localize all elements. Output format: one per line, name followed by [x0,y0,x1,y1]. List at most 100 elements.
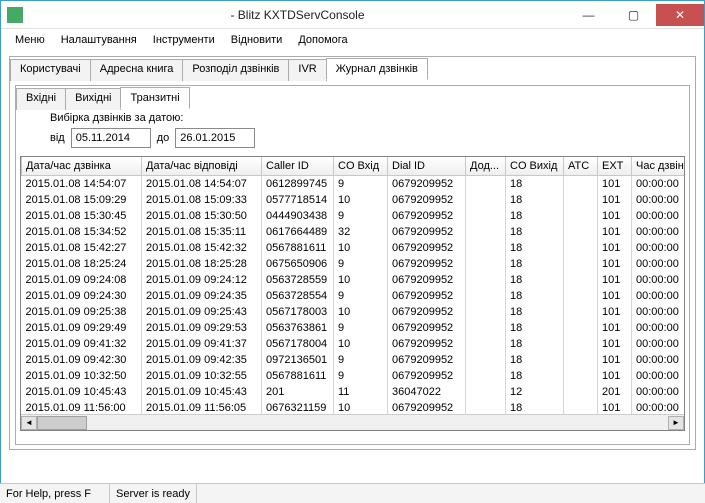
tab-inner[interactable]: Транзитні [120,87,189,109]
cell: 2015.01.08 15:30:45 [22,208,142,224]
from-label: від [50,132,65,144]
cell [466,368,506,384]
menu-item[interactable]: Меню [7,31,53,49]
table-row[interactable]: 2015.01.08 18:25:242015.01.08 18:25:2806… [22,256,686,272]
date-from-input[interactable] [71,128,151,148]
column-header[interactable]: CO Вихід [506,157,564,176]
tab-inner[interactable]: Вхідні [16,88,66,110]
cell: 00:00:00 [632,304,686,320]
cell: 0675650906 [262,256,334,272]
outer-tab-control: КористувачіАдресна книгаРозподіл дзвінкі… [9,56,696,450]
menu-item[interactable]: Відновити [223,31,291,49]
table-row[interactable]: 2015.01.08 15:30:452015.01.08 15:30:5004… [22,208,686,224]
cell: 00:00:00 [632,256,686,272]
cell: 9 [334,352,388,368]
scroll-thumb[interactable] [37,416,87,430]
cell: 0617664489 [262,224,334,240]
cell: 2015.01.08 18:25:28 [142,256,262,272]
cell: 0679209952 [388,352,466,368]
scroll-left-icon[interactable]: ◄ [21,416,37,430]
column-header[interactable]: EXT [598,157,632,176]
table-row[interactable]: 2015.01.09 10:45:432015.01.09 10:45:4320… [22,384,686,400]
tab-outer[interactable]: Розподіл дзвінків [182,59,289,81]
table-row[interactable]: 2015.01.09 10:32:502015.01.09 10:32:5505… [22,368,686,384]
cell: 2015.01.09 09:29:53 [142,320,262,336]
cell: 18 [506,320,564,336]
cell: 0679209952 [388,320,466,336]
date-to-input[interactable] [175,128,255,148]
column-header[interactable]: АТС [564,157,598,176]
table-row[interactable]: 2015.01.09 09:25:382015.01.09 09:25:4305… [22,304,686,320]
cell: 2015.01.09 09:42:35 [142,352,262,368]
table-row[interactable]: 2015.01.08 14:54:072015.01.08 14:54:0706… [22,176,686,192]
cell: 00:00:00 [632,224,686,240]
cell [466,240,506,256]
column-header[interactable]: Dial ID [388,157,466,176]
cell: 18 [506,304,564,320]
cell: 0567881611 [262,368,334,384]
cell: 0679209952 [388,208,466,224]
menu-item[interactable]: Інструменти [145,31,223,49]
column-header[interactable]: Дата/час відповіді [142,157,262,176]
cell [564,256,598,272]
cell: 101 [598,240,632,256]
table-row[interactable]: 2015.01.08 15:34:522015.01.08 15:35:1106… [22,224,686,240]
table-row[interactable]: 2015.01.08 15:42:272015.01.08 15:42:3205… [22,240,686,256]
menu-item[interactable]: Налаштування [53,31,145,49]
cell: 0577718514 [262,192,334,208]
column-header[interactable]: Час дзвін [632,157,686,176]
cell: 18 [506,272,564,288]
table-row[interactable]: 2015.01.09 09:42:302015.01.09 09:42:3509… [22,352,686,368]
tab-outer[interactable]: Журнал дзвінків [326,58,428,80]
column-header[interactable]: CO Вхід [334,157,388,176]
cell: 10 [334,192,388,208]
maximize-button[interactable]: ▢ [611,4,656,26]
cell: 18 [506,352,564,368]
close-button[interactable]: ✕ [656,4,704,26]
cell: 2015.01.09 10:45:43 [142,384,262,400]
cell: 2015.01.09 10:32:50 [22,368,142,384]
cell: 0563728559 [262,272,334,288]
column-header[interactable]: Caller ID [262,157,334,176]
cell [564,272,598,288]
menu-item[interactable]: Допомога [290,31,355,49]
cell: 101 [598,352,632,368]
column-header[interactable]: Дод... [466,157,506,176]
cell: 9 [334,208,388,224]
tab-outer[interactable]: Адресна книга [90,59,184,81]
cell: 0612899745 [262,176,334,192]
cell [564,336,598,352]
cell: 0679209952 [388,272,466,288]
cell: 0972136501 [262,352,334,368]
call-log-table[interactable]: Дата/час дзвінкаДата/час відповідіCaller… [20,156,685,431]
cell: 00:00:00 [632,384,686,400]
table-row[interactable]: 2015.01.09 09:41:322015.01.09 09:41:3705… [22,336,686,352]
table-row[interactable]: 2015.01.09 09:24:082015.01.09 09:24:1205… [22,272,686,288]
table-row[interactable]: 2015.01.09 09:24:302015.01.09 09:24:3505… [22,288,686,304]
tab-inner[interactable]: Вихідні [65,88,121,110]
column-header[interactable]: Дата/час дзвінка [22,157,142,176]
minimize-button[interactable]: — [566,4,611,26]
table-row[interactable]: 2015.01.08 15:09:292015.01.08 15:09:3305… [22,192,686,208]
cell [466,176,506,192]
horizontal-scrollbar[interactable]: ◄ ► [21,414,684,430]
table-row[interactable]: 2015.01.09 09:29:492015.01.09 09:29:5305… [22,320,686,336]
cell: 2015.01.08 15:09:29 [22,192,142,208]
cell: 101 [598,224,632,240]
cell [466,320,506,336]
cell: 101 [598,256,632,272]
cell: 2015.01.08 15:42:32 [142,240,262,256]
scroll-right-icon[interactable]: ► [668,416,684,430]
cell [564,176,598,192]
cell: 2015.01.09 09:29:49 [22,320,142,336]
cell: 0679209952 [388,368,466,384]
cell: 2015.01.09 09:24:08 [22,272,142,288]
cell: 0679209952 [388,336,466,352]
cell: 2015.01.08 15:34:52 [22,224,142,240]
app-icon [7,7,23,23]
cell: 0679209952 [388,192,466,208]
to-label: до [157,132,170,144]
cell [564,304,598,320]
tab-outer[interactable]: Користувачі [10,59,91,81]
tab-outer[interactable]: IVR [288,59,326,81]
